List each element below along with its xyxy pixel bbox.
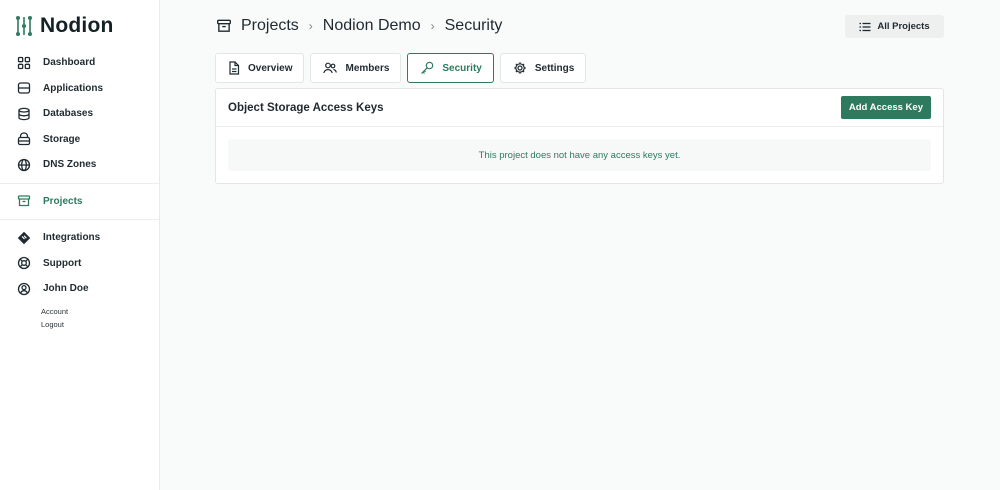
server-icon	[17, 81, 31, 95]
user-submenu: Account Logout	[0, 305, 159, 331]
access-keys-card: Object Storage Access Keys Add Access Ke…	[215, 88, 944, 184]
breadcrumb-projects[interactable]: Projects	[241, 17, 299, 35]
key-icon	[420, 61, 434, 75]
list-icon	[859, 22, 871, 32]
integrations-icon	[17, 231, 31, 245]
database-icon	[17, 107, 31, 121]
sidebar-item-label: Databases	[43, 108, 94, 120]
main-content: Projects › Nodion Demo › Security All Pr…	[160, 0, 1000, 490]
breadcrumb: Projects › Nodion Demo › Security	[216, 14, 502, 38]
app-root: Nodion Dashboard Applications Databases …	[0, 0, 1000, 490]
sidebar-item-databases[interactable]: Databases	[0, 101, 159, 127]
breadcrumb-project[interactable]: Nodion Demo	[323, 17, 421, 35]
tab-label: Overview	[248, 62, 293, 74]
breadcrumb-separator-icon: ›	[430, 19, 435, 33]
tab-overview[interactable]: Overview	[215, 53, 305, 83]
sidebar-item-label: Support	[43, 257, 82, 269]
lifebuoy-icon	[17, 256, 31, 270]
sidebar-item-support[interactable]: Support	[0, 251, 159, 277]
sidebar-item-label: DNS Zones	[43, 159, 97, 171]
grid-icon	[17, 56, 31, 70]
secondary-nav: Integrations Support John Doe Account Lo…	[0, 225, 159, 331]
tab-label: Members	[345, 62, 390, 74]
sidebar-item-label: Storage	[43, 133, 81, 145]
tab-label: Settings	[534, 62, 575, 74]
breadcrumb-separator-icon: ›	[308, 19, 313, 33]
sidebar: Nodion Dashboard Applications Databases …	[0, 0, 160, 490]
breadcrumb-current: Security	[444, 17, 503, 34]
project-tabs: Overview Members Security Settings	[215, 53, 592, 83]
users-icon	[323, 62, 338, 74]
document-icon	[228, 61, 240, 75]
account-link[interactable]: Account	[0, 305, 159, 318]
sidebar-item-label: Integrations	[43, 232, 101, 244]
storage-icon	[17, 132, 31, 146]
sidebar-item-label: Applications	[43, 82, 104, 94]
sidebar-item-integrations[interactable]: Integrations	[0, 225, 159, 251]
tab-label: Security	[442, 62, 482, 74]
sidebar-item-dns-zones[interactable]: DNS Zones	[0, 152, 159, 178]
add-access-key-button[interactable]: Add Access Key	[840, 96, 931, 119]
sidebar-item-applications[interactable]: Applications	[0, 76, 159, 102]
archive-icon	[216, 18, 232, 34]
app-name: Nodion	[40, 14, 114, 37]
sidebar-item-projects[interactable]: Projects	[0, 189, 159, 215]
gear-icon	[513, 61, 527, 75]
sidebar-item-storage[interactable]: Storage	[0, 127, 159, 153]
sidebar-divider	[0, 182, 159, 184]
sidebar-item-dashboard[interactable]: Dashboard	[0, 50, 159, 76]
card-header: Object Storage Access Keys Add Access Ke…	[216, 89, 943, 127]
logo[interactable]: Nodion	[0, 0, 159, 52]
sidebar-item-label: Dashboard	[43, 57, 96, 69]
empty-state-message: This project does not have any access ke…	[478, 149, 681, 161]
globe-icon	[17, 158, 31, 172]
sidebar-item-label: John Doe	[43, 283, 89, 295]
empty-state: This project does not have any access ke…	[228, 139, 931, 171]
sidebar-item-label: Projects	[43, 195, 83, 207]
sidebar-divider	[0, 219, 159, 220]
user-circle-icon	[17, 282, 31, 296]
card-title: Object Storage Access Keys	[228, 101, 384, 114]
logout-link[interactable]: Logout	[0, 318, 159, 331]
all-projects-label: All Projects	[877, 21, 930, 32]
primary-nav: Dashboard Applications Databases Storage…	[0, 50, 159, 178]
sidebar-item-user[interactable]: John Doe	[0, 276, 159, 302]
tab-members[interactable]: Members	[310, 53, 402, 83]
archive-icon	[17, 194, 31, 208]
tab-security[interactable]: Security	[407, 53, 494, 83]
all-projects-button[interactable]: All Projects	[845, 15, 944, 38]
tab-settings[interactable]: Settings	[499, 53, 587, 83]
nodion-logo-icon	[14, 15, 34, 37]
